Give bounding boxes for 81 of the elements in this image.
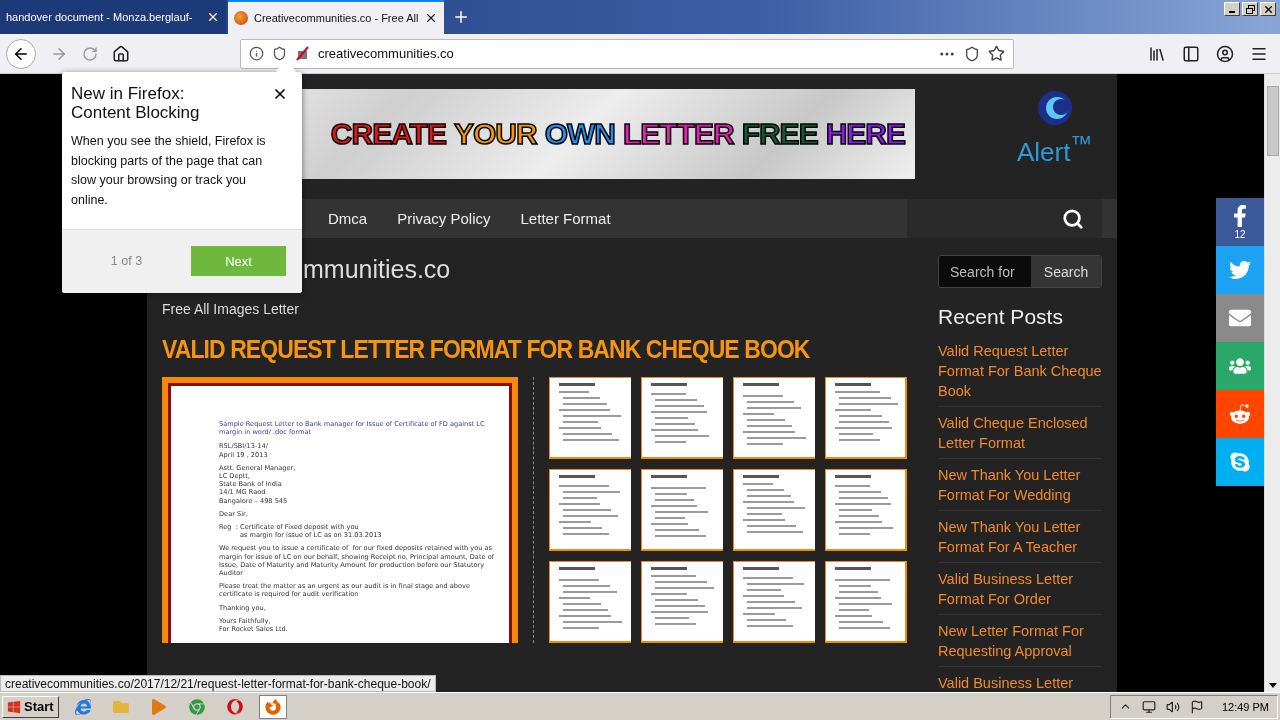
sidebar-icon[interactable] [1182,44,1200,63]
site-title[interactable]: mmunities.co [303,255,907,285]
share-count: 12 [1234,228,1246,240]
banner-word: CREATE [330,117,446,151]
nav-link[interactable]: Dmca [313,210,383,227]
address-bar[interactable]: creativecommunities.co [240,38,1014,69]
share-button[interactable] [1216,390,1264,438]
close-icon[interactable] [1260,2,1276,16]
nav-search[interactable] [907,199,1102,238]
document-thumbnail[interactable] [641,377,723,459]
recent-post-link[interactable]: Valid Business Letter Format For Order [938,569,1102,615]
share-button[interactable] [1216,246,1264,294]
shield-icon[interactable] [272,46,287,61]
document-thumbnail[interactable] [825,377,907,459]
document-thumbnail[interactable] [641,561,723,643]
volume-icon[interactable] [1165,699,1180,714]
scroll-down-icon[interactable] [1268,683,1277,688]
url-text[interactable]: creativecommunities.co [318,46,930,61]
document-thumbnail[interactable] [549,377,631,459]
browser-tab[interactable]: Creativecommunities.co - Free All [228,0,445,34]
nav-link[interactable]: Privacy Policy [382,210,506,227]
document-thumbnail[interactable] [733,561,815,643]
banner-word: LETTER [622,117,734,151]
scrollbar[interactable] [1264,74,1280,692]
document-thumbnail[interactable] [733,469,815,551]
close-tab-icon[interactable] [206,10,220,24]
robot-head-icon [1229,403,1251,425]
tracking-blocked-icon[interactable] [295,46,310,61]
home-icon[interactable] [112,44,130,63]
sidebar-heading: Recent Posts [938,305,1064,329]
start-button[interactable]: Start [2,695,59,718]
skype-icon [1229,451,1251,473]
recent-post-link[interactable]: New Thank You Letter Format For Wedding [938,465,1102,511]
site-favicon-icon [234,11,248,25]
document-thumbnail[interactable] [549,469,631,551]
document-thumbnail[interactable] [549,561,631,643]
document-thumbnail[interactable] [825,469,907,551]
firefox-icon[interactable] [258,694,287,719]
banner-word: YOUR [453,117,537,151]
post-title: VALID REQUEST LETTER FORMAT FOR BANK CHEQUE BOOK [162,335,811,364]
flag-icon[interactable] [1189,699,1204,714]
share-button[interactable] [1216,438,1264,486]
minimize-icon[interactable] [1224,2,1240,16]
logo-text: Alert$^{™}$ [1016,131,1093,168]
people-icon [1229,355,1251,377]
share-button[interactable] [1216,294,1264,342]
scrollbar-thumb[interactable] [1266,86,1279,156]
network-icon[interactable] [1141,699,1156,714]
crescent-logo-icon [1035,89,1074,127]
account-icon[interactable] [1216,44,1234,63]
banner-word: HERE [825,117,905,151]
search-button[interactable]: Search [1031,256,1101,287]
restore-icon[interactable] [1242,2,1258,16]
search-icon[interactable] [1062,207,1084,230]
star-icon[interactable] [988,45,1005,62]
back-button[interactable] [6,38,36,69]
bird-icon [1229,259,1251,281]
library-icon[interactable] [1148,44,1166,63]
nav-link[interactable]: Letter Format [505,210,626,227]
info-icon[interactable] [249,46,264,61]
close-icon[interactable] [272,86,288,102]
share-button[interactable]: 12 [1216,198,1264,246]
banner-word: FREE [741,117,818,151]
document-thumbnail[interactable] [825,561,907,643]
share-button[interactable] [1216,342,1264,390]
reload-icon[interactable] [82,45,98,62]
recent-post-link[interactable]: New Letter Format For Requesting Approval [938,621,1102,667]
windows-logo-icon [7,699,21,714]
banner-word: OWN [544,117,615,151]
recent-post-link[interactable]: Valid Cheque Enclosed Letter Format [938,413,1102,459]
envelope-icon [1229,307,1251,329]
document-thumbnail[interactable] [641,469,723,551]
status-url: creativecommunities.co/2017/12/21/request-letter-format-for-bank-cheque-book/ [0,675,436,692]
clock: 12:49 PM [1221,700,1269,713]
site-tagline: Free All Images Letter [162,301,300,317]
step-counter: 1 of 3 [109,254,144,269]
recent-post-link[interactable]: Valid Request Letter Format For Bank Cheque Book [938,341,1102,407]
recent-post-link[interactable]: New Thank You Letter Format For A Teacher [938,517,1102,563]
search-field[interactable]: Search for [939,256,1031,287]
document-thumbnail[interactable] [733,377,815,459]
letter-image[interactable] [162,377,518,643]
